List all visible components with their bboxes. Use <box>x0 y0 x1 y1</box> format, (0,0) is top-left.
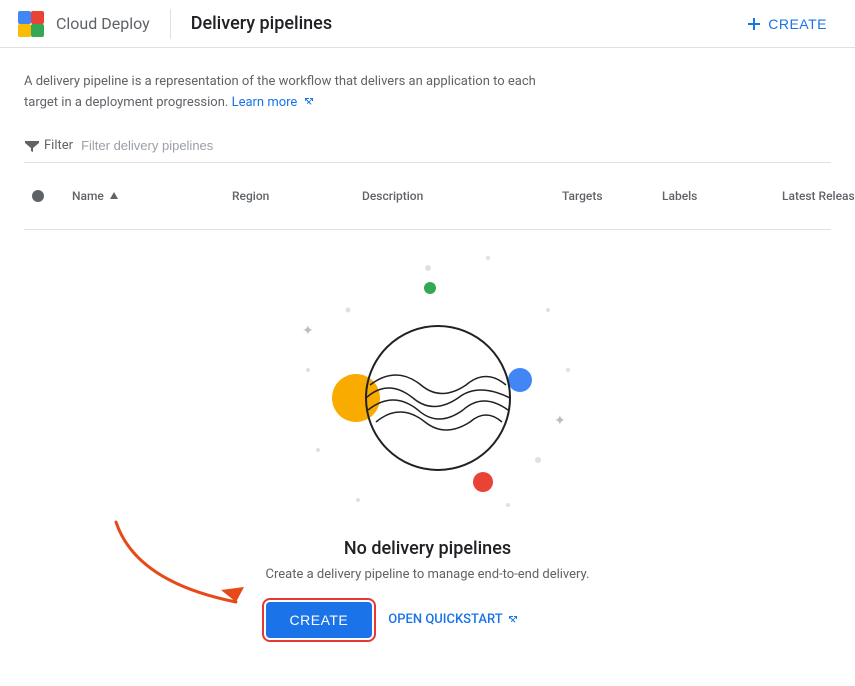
sort-asc-icon <box>108 190 120 202</box>
svg-text:✦: ✦ <box>302 323 314 339</box>
arrow-svg <box>96 502 296 632</box>
empty-illustration: ✦ ✦ <box>268 250 588 530</box>
filter-label: Filter <box>44 138 73 153</box>
col-select <box>24 171 64 221</box>
col-description: Description <box>354 171 554 221</box>
product-name: Cloud Deploy <box>56 14 150 33</box>
filter-icon-wrap: Filter <box>24 138 73 154</box>
learn-more-label: Learn more <box>232 95 298 110</box>
col-latest-release: Latest Release <box>774 171 855 221</box>
empty-state-svg: ✦ ✦ <box>268 250 588 530</box>
quickstart-external-icon <box>507 614 519 626</box>
open-quickstart-link[interactable]: OPEN QUICKSTART <box>388 612 518 627</box>
empty-text-section: No delivery pipelines Create a delivery … <box>266 538 590 638</box>
logo-area: Cloud Deploy <box>16 9 171 39</box>
header-create-button[interactable]: CREATE <box>734 10 839 38</box>
col-labels: Labels <box>654 171 774 221</box>
empty-subtitle: Create a delivery pipeline to manage end… <box>266 567 590 582</box>
col-name-label: Name <box>72 189 104 203</box>
col-description-label: Description <box>362 189 423 203</box>
empty-title: No delivery pipelines <box>266 538 590 559</box>
page-title: Delivery pipelines <box>191 13 735 34</box>
app-header: Cloud Deploy Delivery pipelines CREATE <box>0 0 855 48</box>
col-targets: Targets <box>554 171 654 221</box>
col-latest-release-label: Latest Release <box>782 189 855 203</box>
col-name[interactable]: Name <box>64 171 224 221</box>
col-labels-label: Labels <box>662 189 697 203</box>
col-region-label: Region <box>232 189 269 203</box>
col-targets-label: Targets <box>562 189 603 203</box>
filter-bar: Filter <box>24 138 831 163</box>
external-link-icon <box>303 96 315 108</box>
main-content: A delivery pipeline is a representation … <box>0 48 855 638</box>
empty-state: ✦ ✦ No delivery pipelines Create a deliv… <box>24 250 831 638</box>
col-region: Region <box>224 171 354 221</box>
empty-actions: CREATE OPEN QUICKSTART <box>266 602 590 638</box>
filter-icon <box>24 138 40 154</box>
learn-more-link[interactable]: Learn more <box>232 95 315 110</box>
table-header: Name Region Description Targets Labels L… <box>24 163 831 230</box>
plus-icon <box>746 16 762 32</box>
description-text: A delivery pipeline is a representation … <box>24 72 544 114</box>
cloud-deploy-logo <box>16 9 46 39</box>
filter-input[interactable] <box>81 138 281 153</box>
svg-text:✦: ✦ <box>554 413 566 429</box>
select-all-checkbox[interactable] <box>32 190 44 202</box>
quickstart-label: OPEN QUICKSTART <box>388 612 502 627</box>
header-create-label: CREATE <box>768 16 827 32</box>
